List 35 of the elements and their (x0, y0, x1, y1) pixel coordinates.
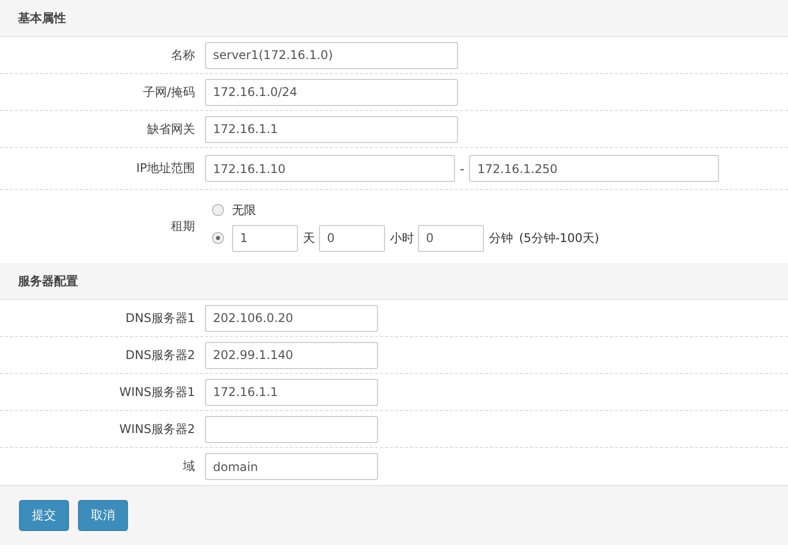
input-field[interactable]: 172.16.1.250 (469, 155, 720, 182)
range-hint: (5分钟-100天) (519, 230, 600, 246)
input-field[interactable]: 172.16.1.1 (205, 378, 378, 406)
field-label: WINS服务器2 (118, 420, 196, 438)
action-button[interactable]: 提交 (19, 500, 69, 531)
radio-button[interactable] (212, 204, 224, 216)
input-field[interactable]: 172.16.1.0/24 (205, 78, 458, 106)
field-label: 缺省网关 (146, 120, 196, 138)
field-label: 名称 (170, 46, 196, 64)
input-field[interactable]: domain (205, 453, 378, 480)
input-field[interactable]: 0 (418, 224, 484, 252)
radio-button[interactable] (212, 232, 224, 244)
action-button[interactable]: 取消 (78, 500, 128, 531)
field-label: 域 (182, 458, 196, 475)
field-label: IP地址范围 (135, 160, 196, 177)
option-label: 无限 (232, 202, 256, 218)
section-header: 基本属性 (0, 0, 788, 37)
section-header: 服务器配置 (0, 263, 788, 300)
input-field[interactable]: server1(172.16.1.0) (205, 42, 458, 68)
field-label: WINS服务器1 (118, 384, 196, 400)
input-field[interactable]: 172.16.1.10 (205, 155, 455, 182)
field-label: DNS服务器1 (124, 310, 196, 326)
input-field[interactable]: 202.106.0.20 (205, 304, 378, 332)
unit-label: 分钟 (489, 230, 513, 246)
input-field[interactable]: 1 (232, 224, 298, 252)
input-field[interactable]: 172.16.1.1 (205, 116, 458, 142)
unit-label: 天 (303, 230, 315, 246)
unit-label: 小时 (390, 230, 414, 246)
input-field[interactable] (205, 416, 378, 442)
field-label: DNS服务器2 (124, 346, 196, 364)
range-separator: - (460, 162, 464, 176)
field-label: 租期 (170, 218, 196, 235)
input-field[interactable]: 0 (319, 224, 385, 252)
field-label: 子网/掩码 (142, 84, 196, 100)
input-field[interactable]: 202.99.1.140 (205, 342, 378, 368)
